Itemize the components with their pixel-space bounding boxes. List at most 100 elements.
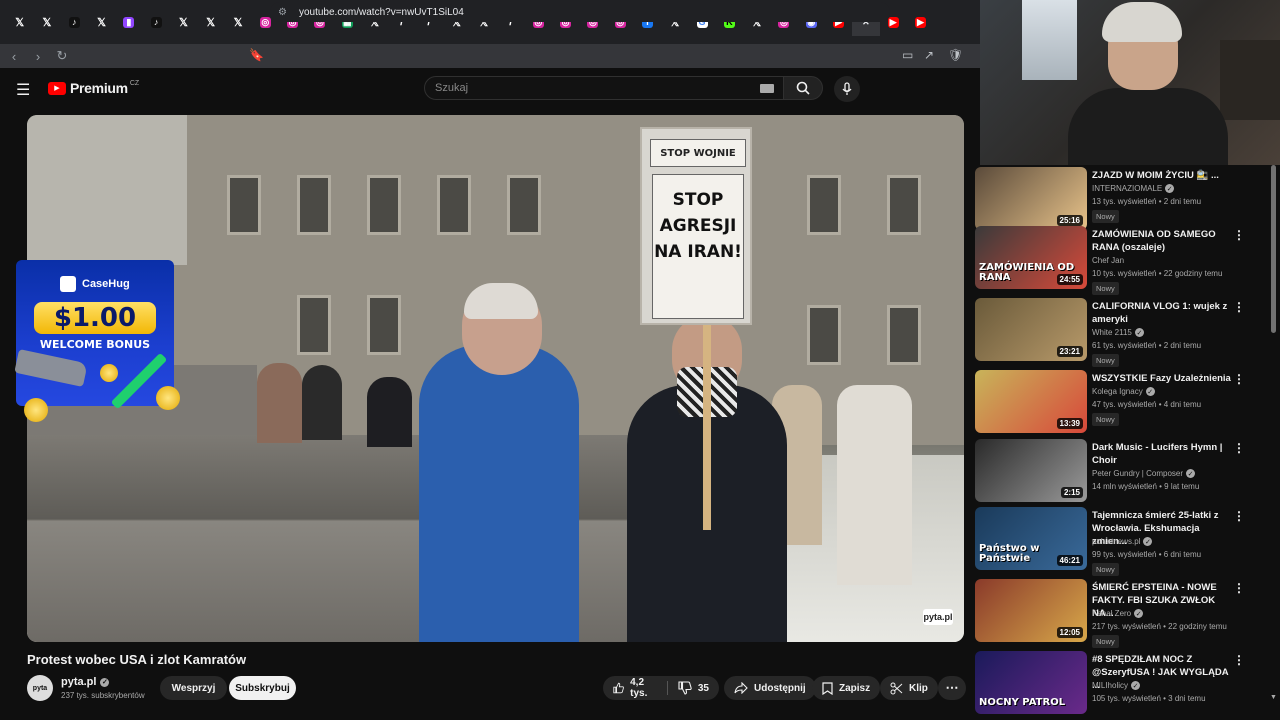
tab-x[interactable]: 𝕏 — [224, 8, 251, 36]
video-options-icon[interactable]: ⋮ — [1233, 653, 1245, 667]
save-button[interactable]: Zapisz — [812, 676, 881, 700]
tab-twitch[interactable]: ▮ — [115, 8, 142, 36]
clip-label: Klip — [909, 682, 928, 694]
tab-youtube[interactable]: ▶ — [907, 8, 934, 36]
share-page-icon[interactable]: ↗ — [924, 48, 934, 62]
recommended-title[interactable]: Dark Music - Lucifers Hymn | Choir — [1092, 441, 1232, 467]
address-bar[interactable]: ⚙ youtube.com/watch?v=nwUvT1SiL04 — [270, 2, 890, 22]
recommended-meta: 47 tys. wyświetleń • 4 dni temu — [1092, 400, 1202, 409]
video-options-icon[interactable]: ⋮ — [1233, 300, 1245, 314]
video-thumbnail[interactable]: 2:15 — [975, 439, 1087, 502]
recommended-video[interactable]: 23:21 CALIFORNIA VLOG 1: wujek z ameryki W… — [975, 298, 1265, 367]
video-thumbnail[interactable]: 25:16 — [975, 167, 1087, 230]
like-button[interactable]: 4,2 tys. — [603, 676, 667, 700]
building-window — [297, 175, 331, 235]
video-duration: 2:15 — [1060, 487, 1083, 498]
bookmark-icon[interactable]: 🔖 — [249, 48, 264, 62]
casehug-logo-icon — [60, 276, 76, 292]
support-button[interactable]: Wesprzyj — [160, 676, 227, 700]
recommended-channel[interactable]: Chef Jan — [1092, 256, 1124, 265]
youtube-logo[interactable]: ▶ Premium CZ — [48, 80, 139, 96]
scroll-down-arrow[interactable]: ▼ — [1270, 694, 1277, 701]
recommended-video[interactable]: Państwo w Państwie 46:21 Tajemnicza śmierć… — [975, 507, 1265, 576]
scrollbar[interactable] — [1271, 165, 1276, 333]
video-options-icon[interactable]: ⋮ — [1233, 372, 1245, 386]
recommended-title[interactable]: ZJAZD W MOIM ŻYCIU 🚉 ... — [1092, 169, 1232, 182]
recommended-channel[interactable]: Peter Gundry | Composer ✓ — [1092, 469, 1196, 478]
more-actions-button[interactable]: ⋯ — [938, 676, 966, 700]
cast-icon[interactable]: ▭ — [902, 48, 913, 62]
dislike-button[interactable]: 35 — [668, 676, 719, 700]
recommended-meta: 13 tys. wyświetleń • 2 dni temu — [1092, 197, 1202, 206]
video-thumbnail[interactable]: 13:39 — [975, 370, 1087, 433]
recommended-channel[interactable]: polsatnews.pl ✓ — [1092, 537, 1153, 546]
recommended-video[interactable]: 25:16 ZJAZD W MOIM ŻYCIU 🚉 ... INTERNAZIOM… — [975, 167, 1265, 235]
browser-toolbar: ‹ › ↻ — [0, 44, 980, 68]
x-favicon-icon: 𝕏 — [42, 16, 52, 29]
search-button[interactable] — [783, 76, 823, 100]
clip-button[interactable]: Klip — [880, 676, 938, 700]
video-thumbnail[interactable]: 23:21 — [975, 298, 1087, 361]
search-input[interactable]: Szukaj — [424, 76, 784, 100]
recommended-video[interactable]: 13:39 WSZYSTKIE Fazy Uzależnienia Kolega I… — [975, 370, 1265, 438]
ad-brand: CaseHug — [60, 276, 140, 292]
video-thumbnail[interactable]: Państwo w Państwie 46:21 — [975, 507, 1087, 570]
video-duration: 46:21 — [1056, 555, 1083, 566]
ad-price: $1.00 — [34, 302, 156, 334]
recommended-video[interactable]: 12:05 ŚMIERĆ EPSTEINA - NOWE FAKTY. FBI S… — [975, 579, 1265, 648]
share-button[interactable]: Udostępnij — [724, 676, 816, 700]
voice-search-button[interactable] — [834, 76, 860, 102]
video-thumbnail[interactable]: 12:05 — [975, 579, 1087, 642]
youtube-favicon-icon: ▶ — [887, 16, 899, 28]
channel-name[interactable]: pyta.pl ✓ — [61, 676, 110, 688]
thumbs-up-icon — [613, 682, 624, 694]
video-thumbnail[interactable]: NOCNY PATROL — [975, 651, 1087, 714]
video-options-icon[interactable]: ⋮ — [1233, 441, 1245, 455]
recommended-video[interactable]: 2:15 Dark Music - Lucifers Hymn | Choir Pe… — [975, 439, 1265, 507]
site-settings-icon[interactable]: ⚙ — [278, 7, 287, 18]
building-window — [367, 175, 401, 235]
reload-icon[interactable]: ↻ — [52, 48, 72, 64]
keyboard-icon[interactable] — [760, 84, 774, 93]
casino-ad-overlay[interactable]: CaseHug $1.00 WELCOME BONUS — [14, 260, 180, 422]
thumbnail-text: NOCNY PATROL — [979, 697, 1066, 708]
recommended-video[interactable]: ZAMÓWIENIA OD RANA 24:55 ZAMÓWIENIA OD SAM… — [975, 226, 1265, 295]
recommended-channel[interactable]: Kanał Zero ✓ — [1092, 609, 1144, 618]
channel-watermark[interactable]: pyta.pl — [923, 609, 953, 625]
menu-icon[interactable]: ☰ — [16, 80, 32, 100]
subscriber-count: 237 tys. subskrybentów — [61, 691, 145, 700]
recommended-title[interactable]: CALIFORNIA VLOG 1: wujek z ameryki — [1092, 300, 1232, 326]
video-options-icon[interactable]: ⋮ — [1233, 509, 1245, 523]
tab-tiktok[interactable]: ♪ — [142, 8, 169, 36]
recommended-video[interactable]: NOCNY PATROL #8 SPĘDZIŁAM NOC Z @SzeryfUS… — [975, 651, 1265, 719]
tab-x[interactable]: 𝕏 — [88, 8, 115, 36]
coin-icon — [100, 364, 118, 382]
recommended-meta: 217 tys. wyświetleń • 22 godziny temu — [1092, 622, 1227, 631]
recommended-channel[interactable]: MILIholicy ✓ — [1092, 681, 1141, 690]
tab-x[interactable]: 𝕏 — [197, 8, 224, 36]
sign-inner: STOP AGRESJI NA IRAN! — [652, 174, 744, 319]
logo-text: Premium — [70, 80, 128, 96]
verified-icon: ✓ — [1143, 537, 1153, 546]
recommended-channel-name: polsatnews.pl — [1092, 537, 1141, 546]
recommended-channel-name: INTERNAZIOMALE — [1092, 184, 1163, 193]
channel-avatar[interactable]: pyta — [27, 675, 53, 701]
streamer-webcam — [980, 0, 1280, 165]
back-icon[interactable]: ‹ — [4, 49, 24, 64]
extension-icon[interactable]: 🛡 — [948, 48, 963, 62]
tab-x[interactable]: 𝕏 — [170, 8, 197, 36]
recommended-channel[interactable]: White 2115 ✓ — [1092, 328, 1144, 337]
tab-tiktok[interactable]: ♪ — [61, 8, 88, 36]
recommended-title[interactable]: WSZYSTKIE Fazy Uzależnienia — [1092, 372, 1232, 385]
video-thumbnail[interactable]: ZAMÓWIENIA OD RANA 24:55 — [975, 226, 1087, 289]
video-options-icon[interactable]: ⋮ — [1233, 581, 1245, 595]
tab-x[interactable]: 𝕏 — [6, 8, 33, 36]
recommended-channel[interactable]: Kolega Ignacy ✓ — [1092, 387, 1155, 396]
forward-icon[interactable]: › — [28, 49, 48, 64]
recommended-title[interactable]: ZAMÓWIENIA OD SAMEGO RANA (oszaleje) — [1092, 228, 1232, 254]
tab-x[interactable]: 𝕏 — [33, 8, 60, 36]
video-options-icon[interactable]: ⋮ — [1233, 228, 1245, 242]
recommended-channel[interactable]: INTERNAZIOMALE ✓ — [1092, 184, 1175, 193]
scissors-icon — [890, 682, 903, 694]
subscribe-button[interactable]: Subskrybuj — [229, 676, 296, 700]
